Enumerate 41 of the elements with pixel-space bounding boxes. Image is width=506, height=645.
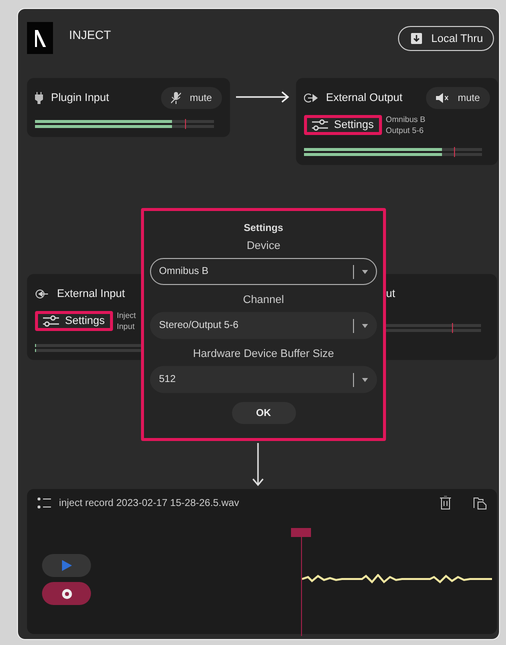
record-icon xyxy=(62,588,72,598)
node-title: Plugin Input xyxy=(51,92,110,104)
dropdown[interactable]: 512 xyxy=(150,366,377,393)
field-label: Channel xyxy=(243,294,284,306)
folder-icon[interactable] xyxy=(473,496,487,510)
node-title: External Output xyxy=(326,92,404,104)
record-button[interactable] xyxy=(42,582,91,605)
speaker-off-icon xyxy=(436,93,449,103)
input-icon xyxy=(35,289,49,299)
node-title: ut xyxy=(386,288,396,300)
mute-button[interactable]: mute xyxy=(426,87,490,109)
download-icon xyxy=(411,33,422,44)
app-title: INJECT xyxy=(69,28,112,42)
device-info: Inject xyxy=(116,310,136,321)
list-icon xyxy=(37,497,51,509)
sliders-icon xyxy=(43,315,59,327)
output-icon xyxy=(304,93,318,103)
play-icon xyxy=(62,560,72,571)
settings-button[interactable]: Settings xyxy=(304,115,382,135)
trash-icon[interactable] xyxy=(440,496,451,510)
mute-button[interactable]: mute xyxy=(160,87,222,109)
dropdown[interactable]: Stereo/Output 5-6 xyxy=(150,312,377,339)
device-info: Output 5-6 xyxy=(386,125,425,136)
caret-icon xyxy=(362,378,368,382)
mic-off-icon xyxy=(170,92,181,104)
file-name: inject record 2023-02-17 15-28-26.5.wav xyxy=(59,498,240,508)
settings-button[interactable]: Settings xyxy=(35,311,113,331)
device-info: Input xyxy=(116,321,136,332)
field-label: Hardware Device Buffer Size xyxy=(192,348,334,360)
ok-button[interactable]: OK xyxy=(232,402,296,424)
node-title: External Input xyxy=(57,288,126,300)
dialog-title: Settings xyxy=(244,223,284,234)
plug-icon xyxy=(35,92,43,104)
field-label: Device xyxy=(246,240,280,252)
flow-arrow xyxy=(252,443,264,487)
local-thru-button[interactable]: Local Thru xyxy=(398,26,494,51)
device-info: Omnibus B xyxy=(386,114,426,125)
sliders-icon xyxy=(312,119,328,131)
flow-arrow xyxy=(236,91,290,103)
play-button[interactable] xyxy=(42,554,91,577)
dropdown[interactable]: Omnibus B xyxy=(150,258,377,285)
